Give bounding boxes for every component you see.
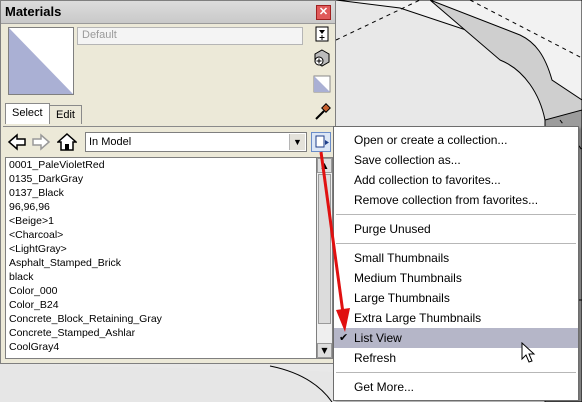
list-item[interactable]: Asphalt_Stamped_Brick [6, 256, 316, 270]
list-item[interactable]: Concrete_Stamped_Ashlar [6, 326, 316, 340]
default-material-icon[interactable] [313, 75, 331, 93]
list-item[interactable]: 96,96,96 [6, 200, 316, 214]
tab-edit-label: Edit [56, 109, 75, 121]
list-item[interactable]: <Charcoal> [6, 228, 316, 242]
chevron-down-icon[interactable]: ▼ [289, 134, 305, 150]
materials-list[interactable]: 0001_PaleVioletRed 0135_DarkGray 0137_Bl… [5, 157, 317, 359]
menu-item-purge-unused[interactable]: Purge Unused [334, 219, 578, 239]
material-swatch-image [9, 28, 73, 94]
home-icon[interactable] [57, 132, 77, 152]
menu-item-large-thumbnails[interactable]: Large Thumbnails [334, 288, 578, 308]
list-item[interactable]: 0135_DarkGray [6, 172, 316, 186]
collection-dropdown[interactable]: In Model ▼ [85, 132, 307, 152]
create-material-icon[interactable] [313, 49, 331, 67]
menu-item-open-collection[interactable]: Open or create a collection... [334, 130, 578, 150]
menu-item-save-collection[interactable]: Save collection as... [334, 150, 578, 170]
materials-panel: Materials ✕ Default Select Edit In Model… [0, 0, 336, 364]
scroll-thumb[interactable] [318, 174, 331, 324]
menu-separator [336, 214, 576, 215]
list-item[interactable]: 0137_Black [6, 186, 316, 200]
menu-item-small-thumbnails[interactable]: Small Thumbnails [334, 248, 578, 268]
sample-paint-eyedropper-icon[interactable] [313, 103, 331, 121]
list-item[interactable]: <Beige>1 [6, 214, 316, 228]
list-item[interactable]: Color_000 [6, 284, 316, 298]
collection-navbar: In Model ▼ [5, 130, 331, 154]
close-icon[interactable]: ✕ [316, 5, 331, 20]
mouse-cursor-icon [521, 342, 536, 363]
details-arrow-icon [315, 135, 329, 148]
menu-item-remove-favorite[interactable]: Remove collection from favorites... [334, 190, 578, 210]
material-name-field[interactable]: Default [77, 27, 303, 45]
list-item[interactable]: 0001_PaleVioletRed [6, 158, 316, 172]
menu-separator [336, 243, 576, 244]
menu-item-add-favorite[interactable]: Add collection to favorites... [334, 170, 578, 190]
menu-item-extra-large-thumbnails[interactable]: Extra Large Thumbnails [334, 308, 578, 328]
material-preview-swatch [8, 27, 74, 95]
display-secondary-selection-icon[interactable] [313, 26, 331, 44]
panel-title: Materials [5, 4, 62, 19]
tab-divider [3, 126, 333, 127]
scroll-down-button[interactable]: ▼ [317, 343, 332, 358]
sketchup-workspace: Materials ✕ Default Select Edit In Model… [0, 0, 582, 402]
panel-titlebar[interactable]: Materials ✕ [1, 1, 335, 24]
scroll-up-button[interactable]: ▲ [317, 158, 332, 173]
back-arrow-icon[interactable] [7, 132, 27, 152]
list-item[interactable]: Color_B24 [6, 298, 316, 312]
tab-select[interactable]: Select [5, 103, 50, 124]
menu-item-list-view-label: List View [354, 331, 402, 345]
menu-item-list-view[interactable]: ✔ List View [334, 328, 578, 348]
list-item[interactable]: black [6, 270, 316, 284]
menu-item-refresh[interactable]: Refresh [334, 348, 578, 368]
collection-dropdown-value: In Model [89, 136, 132, 148]
details-menu-button[interactable] [311, 132, 331, 152]
tab-edit[interactable]: Edit [49, 105, 82, 124]
tab-select-label: Select [12, 107, 43, 119]
collection-context-menu: Open or create a collection... Save coll… [333, 126, 579, 401]
menu-item-medium-thumbnails[interactable]: Medium Thumbnails [334, 268, 578, 288]
menu-item-get-more[interactable]: Get More... [334, 377, 578, 397]
list-item[interactable]: Concrete_Block_Retaining_Gray [6, 312, 316, 326]
forward-arrow-icon[interactable] [31, 132, 51, 152]
list-scrollbar[interactable]: ▲ ▼ [317, 157, 333, 359]
list-item[interactable]: CoolGray4 [6, 340, 316, 354]
list-item[interactable]: <LightGray> [6, 242, 316, 256]
checkmark-icon: ✔ [339, 332, 349, 344]
menu-separator [336, 372, 576, 373]
